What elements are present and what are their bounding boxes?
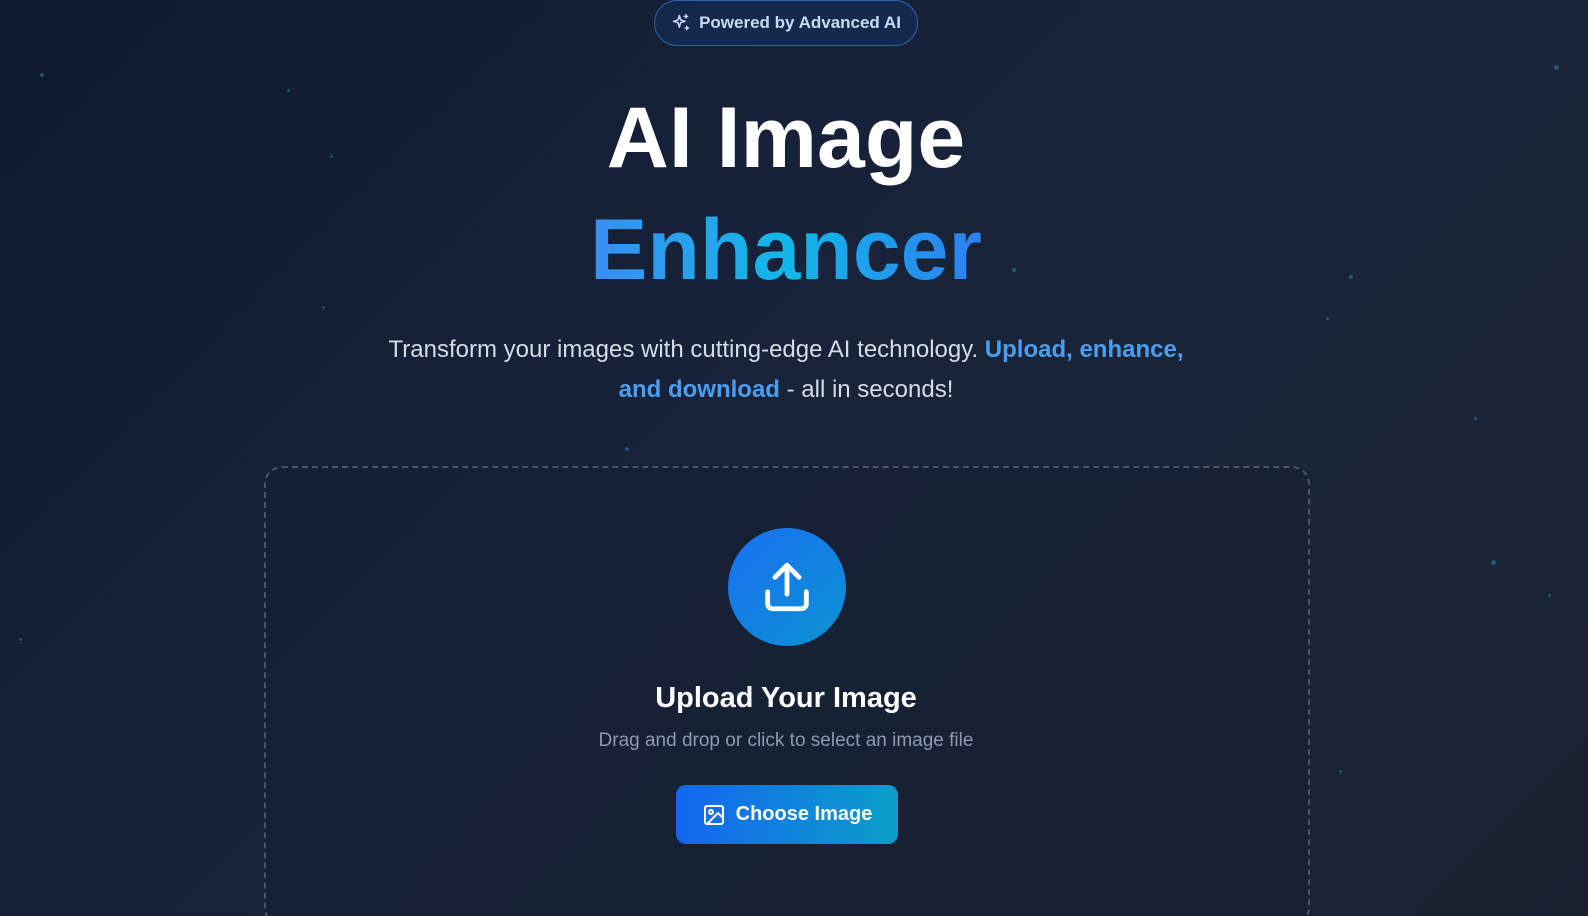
image-icon — [702, 803, 726, 827]
hero-subtitle: Transform your images with cutting-edge … — [370, 330, 1202, 410]
hero-title: AI Image — [606, 90, 966, 186]
badge-label: Powered by Advanced AI — [699, 13, 901, 32]
upload-icon-circle[interactable] — [728, 528, 846, 646]
hero-title-accent-text: Enhancer — [590, 202, 982, 298]
upload-icon — [758, 558, 816, 616]
background-particle — [322, 306, 325, 309]
subtitle-text-end: - all in seconds! — [779, 376, 954, 403]
background-particle — [1326, 317, 1329, 320]
background-particle — [40, 73, 44, 77]
choose-image-button[interactable]: Choose Image — [676, 785, 898, 844]
upload-hint: Drag and drop or click to select an imag… — [598, 730, 974, 751]
background-particle — [1474, 417, 1477, 420]
powered-by-badge: Powered by Advanced AI — [654, 0, 918, 46]
hero-title-accent: Enhancer — [0, 200, 1572, 300]
background-particle — [1339, 770, 1342, 773]
background-particle — [625, 447, 629, 451]
background-particle — [1548, 594, 1551, 597]
upload-title: Upload Your Image — [655, 682, 917, 714]
background-particle — [1554, 65, 1559, 70]
choose-image-label: Choose Image — [735, 803, 873, 825]
page: Powered by Advanced AI AI Image Enhancer… — [0, 0, 1588, 916]
background-particle — [19, 638, 22, 641]
subtitle-text: Transform your images with cutting-edge … — [388, 336, 985, 363]
sparkles-icon — [671, 13, 691, 33]
background-particle — [1491, 560, 1496, 565]
